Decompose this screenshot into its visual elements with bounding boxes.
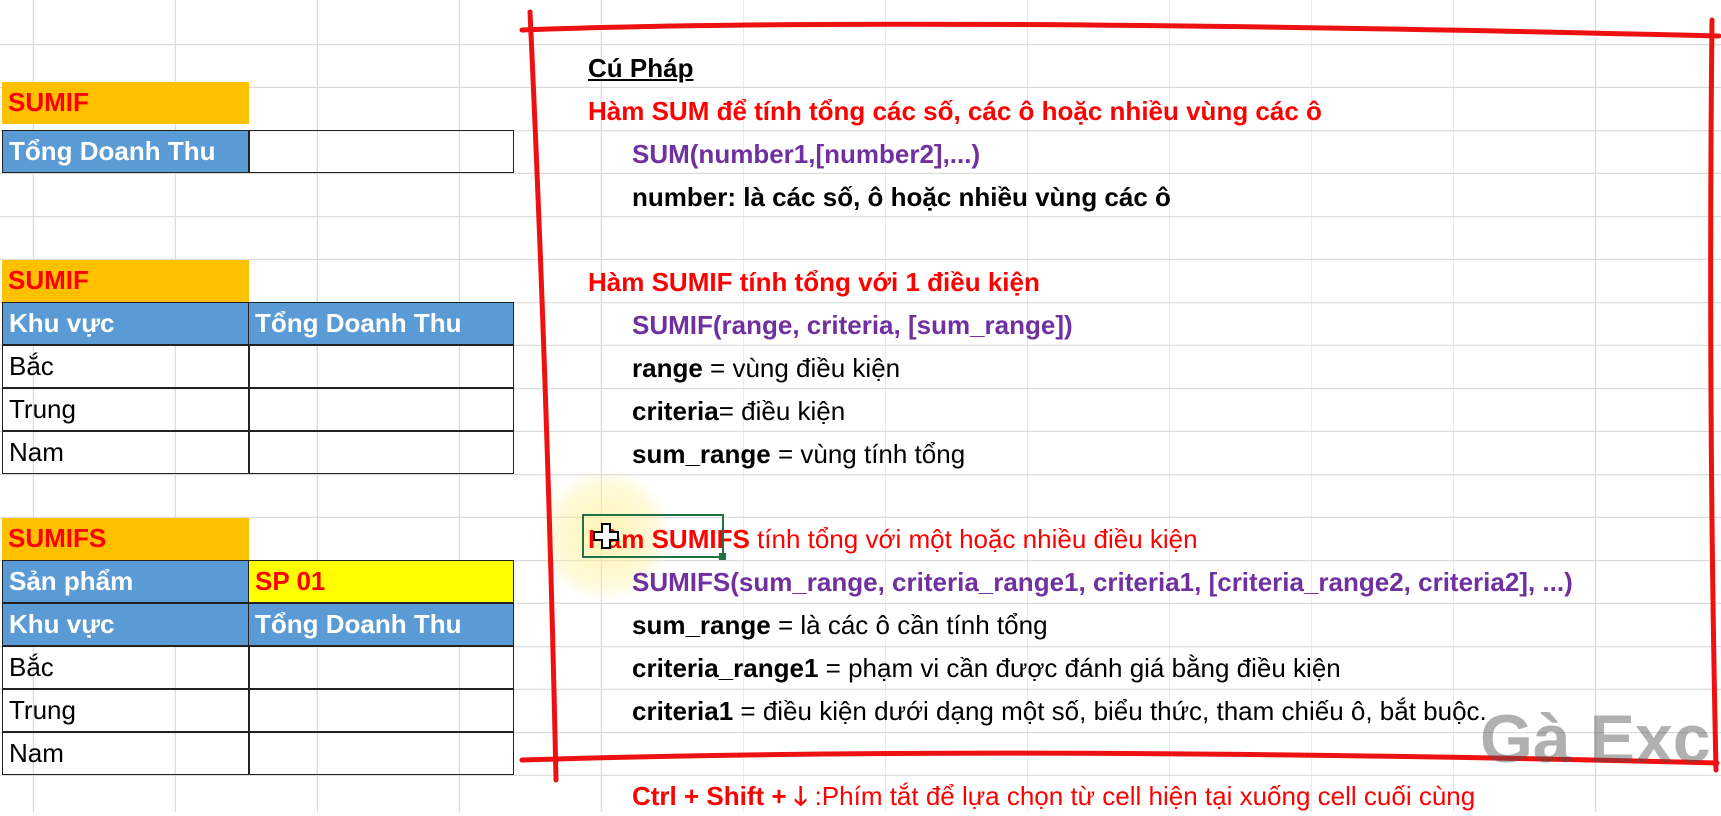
sumifs-col-tong-doanh-thu[interactable]: Tổng Doanh Thu	[248, 603, 514, 646]
arg-name: sum_range	[632, 439, 771, 469]
sumifs-product-label[interactable]: Sản phẩm	[2, 560, 250, 603]
fill-handle[interactable]	[719, 553, 726, 560]
shortcut-note: Ctrl + Shift + 🡓 :Phím tắt để lựa chọn t…	[632, 776, 1475, 816]
sumifs-row-value[interactable]	[248, 646, 514, 689]
arg-desc: = điều kiện dưới dạng một số, biểu thức,…	[733, 696, 1487, 726]
sumif2-header[interactable]: SUMIF	[2, 260, 249, 302]
sumifs-arg-criteria1: criteria1 = điều kiện dưới dạng một số, …	[632, 691, 1487, 731]
sumif1-value-cell[interactable]	[248, 130, 514, 173]
sumifs-col-khu-vuc[interactable]: Khu vực	[2, 603, 250, 646]
sumifs-header[interactable]: SUMIFS	[2, 518, 249, 560]
arg-desc: = vùng điều kiện	[702, 353, 901, 383]
watermark: Gà Exc	[1480, 701, 1711, 777]
sumif2-row-value[interactable]	[248, 345, 514, 388]
sumif-title: Hàm SUMIF tính tổng với 1 điều kiện	[588, 267, 1040, 297]
sumif1-label[interactable]: Tổng Doanh Thu	[2, 130, 250, 173]
sumifs-arg-sum-range: sum_range = là các ô cần tính tổng	[632, 605, 1048, 645]
arg-name: range	[632, 353, 703, 383]
sumif2-row-label[interactable]: Nam	[2, 431, 250, 474]
arg-name: sum_range	[632, 610, 771, 640]
arg-desc: = điều kiện	[718, 396, 846, 426]
sumif2-row-value[interactable]	[248, 388, 514, 431]
sumifs-row-value[interactable]	[248, 732, 514, 775]
arg-desc: = phạm vi cần được đánh giá bằng điều ki…	[818, 653, 1341, 683]
sumif2-row-value[interactable]	[248, 431, 514, 474]
sumifs-row-label[interactable]: Bắc	[2, 646, 250, 689]
sumif1-header[interactable]: SUMIF	[2, 82, 249, 124]
sumif-arg-sum-range: sum_range = vùng tính tổng	[632, 434, 965, 474]
shortcut-desc: :Phím tắt để lựa chọn từ cell hiện tại x…	[807, 781, 1476, 811]
arg-name: criteria_range1	[632, 653, 819, 683]
sum-syntax: SUM(number1,[number2],...)	[632, 139, 981, 169]
sumif-syntax: SUMIF(range, criteria, [sum_range])	[632, 310, 1073, 340]
sumif2-col-tong-doanh-thu[interactable]: Tổng Doanh Thu	[248, 302, 514, 345]
sumifs-title-rest: tính tổng với một hoặc nhiều điều kiện	[749, 524, 1198, 554]
arg-desc: = vùng tính tổng	[770, 439, 966, 469]
sumif-arg-range: range = vùng điều kiện	[632, 348, 900, 388]
syntax-title: Cú Pháp	[588, 53, 694, 83]
sumif2-col-khu-vuc[interactable]: Khu vực	[2, 302, 250, 345]
sumifs-row-value[interactable]	[248, 689, 514, 732]
sumifs-syntax: SUMIFS(sum_range, criteria_range1, crite…	[632, 567, 1573, 597]
sumif2-row-label[interactable]: Bắc	[2, 345, 250, 388]
shortcut-keys: Ctrl + Shift +	[632, 781, 794, 811]
sum-title: Hàm SUM để tính tổng các số, các ô hoặc …	[588, 96, 1322, 126]
sumifs-arg-criteria-range1: criteria_range1 = phạm vi cần được đánh …	[632, 648, 1341, 688]
down-arrow-icon: 🡓	[793, 781, 808, 811]
arg-name: criteria	[632, 396, 719, 426]
sumifs-product-value[interactable]: SP 01	[248, 560, 514, 603]
cross-cursor-icon	[593, 523, 619, 549]
sumifs-row-label[interactable]: Trung	[2, 689, 250, 732]
sumif2-row-label[interactable]: Trung	[2, 388, 250, 431]
sumifs-row-label[interactable]: Nam	[2, 732, 250, 775]
sumif-arg-criteria: criteria= điều kiện	[632, 391, 845, 431]
sum-arg: number: là các số, ô hoặc nhiều vùng các…	[632, 182, 1171, 212]
arg-desc: = là các ô cần tính tổng	[770, 610, 1048, 640]
arg-name: criteria1	[632, 696, 734, 726]
